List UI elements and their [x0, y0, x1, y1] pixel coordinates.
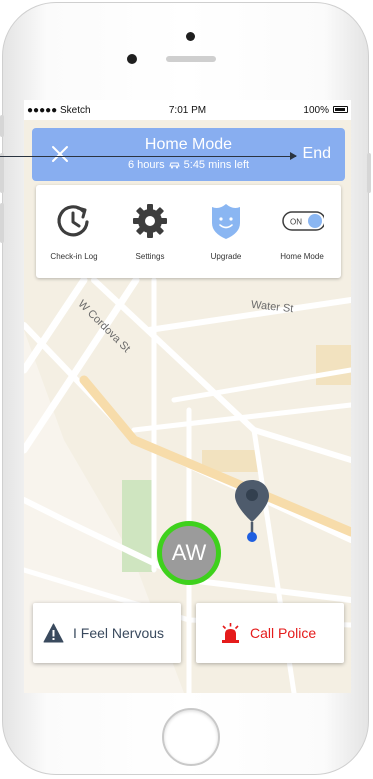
- menu-item-check-in-log[interactable]: Check-in Log: [36, 185, 112, 278]
- annotation-line: [0, 156, 296, 157]
- app-screen: W Cordova St Water St ●●●●● Sketch 7:01 …: [24, 100, 351, 693]
- battery-icon: [333, 106, 348, 113]
- call-police-button[interactable]: Call Police: [196, 603, 344, 663]
- toggle-icon[interactable]: ON: [280, 201, 324, 241]
- home-mode-banner: Home Mode 6 hours 5:45 mins left End: [32, 128, 345, 181]
- volume-down-button: [0, 203, 4, 243]
- menu-label-settings: Settings: [135, 252, 165, 261]
- call-police-label: Call Police: [250, 625, 317, 641]
- shield-face-icon: [212, 204, 240, 239]
- menu-label-upgrade: Upgrade: [210, 252, 242, 261]
- warning-icon: [43, 623, 64, 643]
- banner-subtitle: 6 hours 5:45 mins left: [32, 159, 345, 171]
- i-feel-nervous-button[interactable]: I Feel Nervous: [33, 603, 181, 663]
- menu-label-check-in-log: Check-in Log: [50, 252, 98, 261]
- menu-item-home-mode[interactable]: ON Home Mode: [264, 185, 340, 278]
- end-button[interactable]: End: [303, 145, 331, 163]
- clock-arrow-icon: [57, 205, 89, 237]
- i-feel-nervous-label: I Feel Nervous: [73, 625, 165, 641]
- banner-title: Home Mode: [144, 136, 233, 153]
- home-button[interactable]: [162, 708, 220, 766]
- menu-label-home-mode: Home Mode: [280, 252, 324, 261]
- avatar[interactable]: AW: [157, 521, 221, 585]
- siren-icon: [222, 623, 239, 643]
- battery-percent: 100%: [303, 105, 329, 116]
- annotation-arrowhead: [290, 152, 297, 160]
- front-camera: [186, 32, 195, 41]
- earpiece-speaker: [166, 56, 216, 62]
- toggle-on-text: ON: [290, 218, 302, 227]
- menu-item-settings[interactable]: Settings: [112, 185, 188, 278]
- menu-item-upgrade[interactable]: Upgrade: [188, 185, 264, 278]
- status-bar: ●●●●● Sketch 7:01 PM 100%: [24, 100, 351, 120]
- quick-menu: Check-in Log Settings Upgrade ON Home Mo…: [36, 185, 341, 278]
- proximity-sensor: [127, 54, 137, 64]
- volume-up-button: [0, 153, 4, 193]
- silent-switch: [0, 115, 4, 137]
- location-pin-icon[interactable]: [232, 478, 272, 544]
- banner-time-left: 5:45 mins left: [183, 159, 250, 171]
- small-car-icon: [168, 162, 180, 169]
- banner-duration: 6 hours: [127, 159, 165, 171]
- clock-label: 7:01 PM: [168, 105, 207, 116]
- power-button: [367, 153, 371, 193]
- gear-icon: [133, 204, 167, 238]
